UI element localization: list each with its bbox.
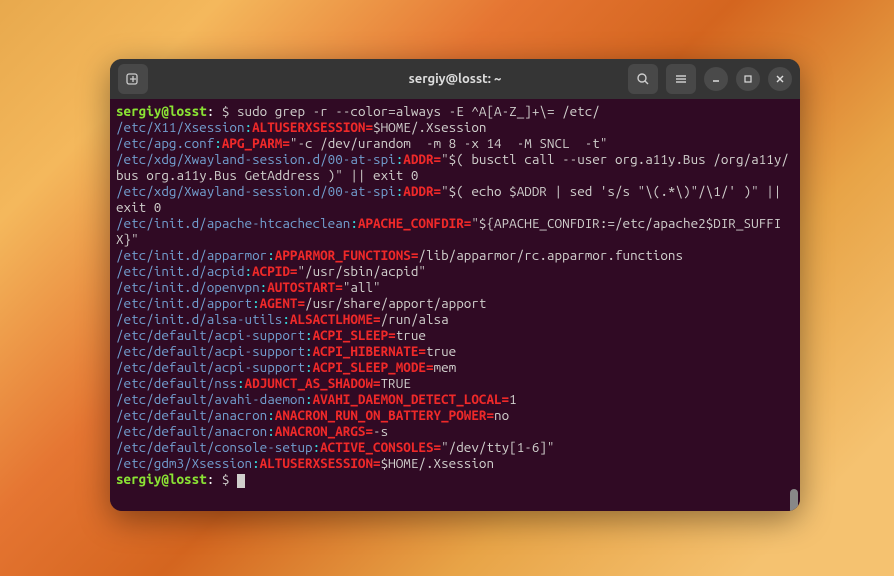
output-path: /etc/init.d/apport [116,295,252,311]
output-varname: ADDR= [403,183,441,199]
output-value: /run/alsa [381,311,449,327]
scrollbar[interactable] [790,489,798,511]
output-path: /etc/init.d/alsa-utils [116,311,282,327]
output-path: /etc/init.d/apache-htcacheclean [116,215,350,231]
command-text: sudo grep -r --color=always -E ^A[A-Z_]+… [237,103,600,119]
prompt-cwd: $ [214,471,237,487]
window-title: sergiy@losst: ~ [409,72,502,86]
output-value: "/usr/sbin/acpid" [297,263,426,279]
output-colon: : [305,327,313,343]
cursor [237,474,245,488]
titlebar-right [628,64,792,94]
output-varname: AGENT= [260,295,305,311]
search-icon [636,72,650,86]
output-value: true [396,327,426,343]
output-varname: ADJUNCT_AS_SHADOW= [245,375,381,391]
output-varname: ACPI_HIBERNATE= [313,343,426,359]
output-varname: AUTOSTART= [267,279,343,295]
menu-button[interactable] [666,64,696,94]
output-path: /etc/default/nss [116,375,237,391]
output-varname: ACTIVE_CONSOLES= [320,439,441,455]
new-tab-icon [126,72,140,86]
output-varname: ANACRON_RUN_ON_BATTERY_POWER= [275,407,494,423]
output-varname: APACHE_CONFDIR= [358,215,471,231]
output-colon: : [305,359,313,375]
hamburger-icon [674,72,688,86]
output-value: "/dev/tty[1-6]" [441,439,554,455]
minimize-button[interactable] [704,67,728,91]
output-path: /etc/default/acpi-support [116,343,305,359]
output-colon: : [267,247,275,263]
titlebar-left [118,64,148,94]
output-varname: ACPI_SLEEP= [313,327,396,343]
output-colon: : [305,343,313,359]
output-varname: ALTUSERXSESSION= [252,119,373,135]
maximize-icon [743,74,753,84]
output-path: /etc/X11/Xsession [116,119,245,135]
output-value: $HOME/.Xsession [381,455,494,471]
output-colon: : [267,407,275,423]
output-value: -s [373,423,388,439]
output-colon: : [245,119,253,135]
output-path: /etc/init.d/apparmor [116,247,267,263]
new-tab-button[interactable] [118,64,148,94]
output-path: /etc/init.d/acpid [116,263,245,279]
output-value: 1 [509,391,517,407]
output-varname: APPARMOR_FUNCTIONS= [275,247,419,263]
search-button[interactable] [628,64,658,94]
output-varname: APG_PARM= [222,135,290,151]
maximize-button[interactable] [736,67,760,91]
output-colon: : [245,263,253,279]
output-value: "-c /dev/urandom -m 8 -x 14 -M SNCL -t" [290,135,608,151]
output-colon: : [252,455,260,471]
close-button[interactable] [768,67,792,91]
output-colon: : [313,439,321,455]
output-value: no [494,407,509,423]
output-value: "all" [343,279,381,295]
output-path: /etc/default/acpi-support [116,327,305,343]
output-path: /etc/init.d/openvpn [116,279,260,295]
output-varname: AVAHI_DAEMON_DETECT_LOCAL= [313,391,510,407]
titlebar: sergiy@losst: ~ [110,59,800,99]
output-path: /etc/xdg/Xwayland-session.d/00-at-spi [116,183,396,199]
output-path: /etc/default/anacron [116,423,267,439]
output-path: /etc/gdm3/Xsession [116,455,252,471]
output-path: /etc/default/console-setup [116,439,313,455]
output-path: /etc/default/avahi-daemon [116,391,305,407]
prompt-cwd: $ [214,103,237,119]
output-varname: ADDR= [403,151,441,167]
output-value: $HOME/.Xsession [373,119,486,135]
output-colon: : [305,391,313,407]
output-varname: ACPID= [252,263,297,279]
output-path: /etc/apg.conf [116,135,214,151]
minimize-icon [711,74,721,84]
output-colon: : [214,135,222,151]
prompt-user: sergiy@losst [116,471,207,487]
output-varname: ALTUSERXSESSION= [260,455,381,471]
output-colon: : [350,215,358,231]
terminal-body[interactable]: sergiy@losst: $ sudo grep -r --color=alw… [110,99,800,511]
output-varname: ANACRON_ARGS= [275,423,373,439]
output-colon: : [237,375,245,391]
output-value: true [426,343,456,359]
output-varname: ALSACTLHOME= [290,311,381,327]
output-path: /etc/xdg/Xwayland-session.d/00-at-spi [116,151,396,167]
output-path: /etc/default/anacron [116,407,267,423]
output-value: TRUE [381,375,411,391]
terminal-window: sergiy@losst: ~ sergiy@losst: $ sudo gre… [110,59,800,511]
output-colon: : [267,423,275,439]
prompt-user: sergiy@losst [116,103,207,119]
output-value: /usr/share/apport/apport [305,295,486,311]
close-icon [775,74,785,84]
output-colon: : [252,295,260,311]
output-path: /etc/default/acpi-support [116,359,305,375]
output-value: mem [434,359,457,375]
output-value: /lib/apparmor/rc.apparmor.functions [418,247,683,263]
output-varname: ACPI_SLEEP_MODE= [313,359,434,375]
output-colon: : [282,311,290,327]
